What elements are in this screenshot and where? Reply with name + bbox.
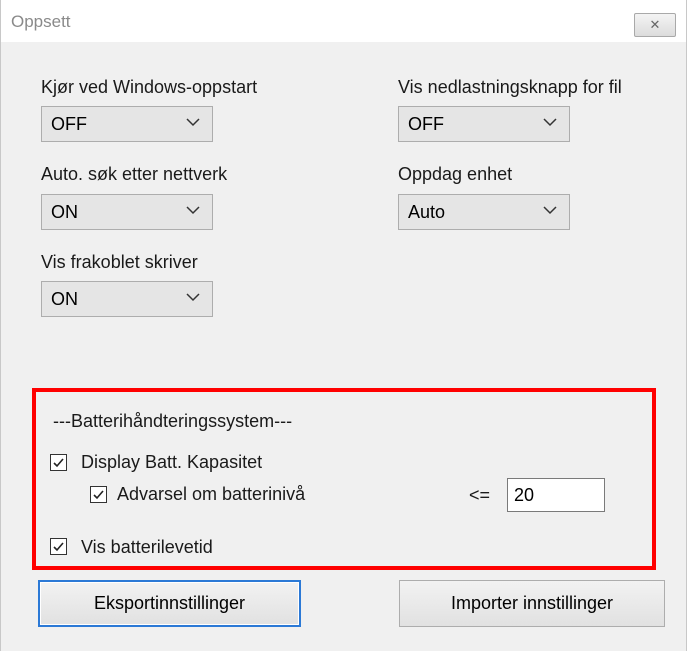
threshold-value: 20 (514, 485, 535, 505)
detect-device-select[interactable]: Auto (398, 194, 570, 230)
checkmark-icon (53, 458, 64, 468)
chevron-down-icon (186, 206, 200, 215)
chevron-down-icon (186, 118, 200, 127)
display-capacity-checkbox[interactable] (50, 454, 67, 471)
run-on-startup-select[interactable]: OFF (41, 106, 213, 142)
show-lifetime-checkbox[interactable] (50, 538, 67, 555)
level-warning-checkbox[interactable] (90, 486, 107, 503)
auto-search-network-value: ON (51, 202, 78, 222)
auto-search-network-select[interactable]: ON (41, 194, 213, 230)
threshold-input[interactable]: 20 (507, 478, 605, 512)
show-offline-printer-value: ON (51, 289, 78, 309)
run-on-startup-label: Kjør ved Windows-oppstart (41, 77, 258, 97)
export-settings-button[interactable]: Eksportinnstillinger (38, 580, 301, 627)
show-offline-printer-select[interactable]: ON (41, 281, 213, 317)
chevron-down-icon (186, 293, 200, 302)
detect-device-label: Oppdag enhet (398, 164, 513, 184)
show-offline-printer-label: Vis frakoblet skriver (41, 252, 198, 272)
chevron-down-icon (543, 206, 557, 215)
import-settings-button[interactable]: Importer innstillinger (399, 580, 665, 627)
window-title: Oppsett (11, 12, 71, 31)
title-bar: Oppsett ✕ (1, 0, 686, 42)
auto-search-network-label: Auto. søk etter nettverk (41, 164, 228, 184)
settings-dialog: Oppsett ✕ Kjør ved Windows-oppstart OFF … (0, 0, 687, 651)
show-lifetime-label: Vis batterilevetid (81, 537, 213, 557)
show-download-button-value: OFF (408, 114, 444, 134)
chevron-down-icon (543, 118, 557, 127)
show-download-button-label: Vis nedlastningsknapp for fil (398, 77, 622, 97)
battery-section-heading: ---Batterihåndteringssystem--- (53, 411, 293, 431)
display-capacity-label: Display Batt. Kapasitet (81, 452, 263, 472)
close-button[interactable]: ✕ (634, 13, 676, 37)
run-on-startup-value: OFF (51, 114, 87, 134)
close-icon: ✕ (649, 17, 661, 32)
checkmark-icon (53, 542, 64, 552)
level-warning-label: Advarsel om batterinivå (117, 484, 306, 504)
threshold-operator: <= (469, 485, 491, 505)
detect-device-value: Auto (408, 202, 446, 222)
show-download-button-select[interactable]: OFF (398, 106, 570, 142)
checkmark-icon (93, 490, 104, 500)
